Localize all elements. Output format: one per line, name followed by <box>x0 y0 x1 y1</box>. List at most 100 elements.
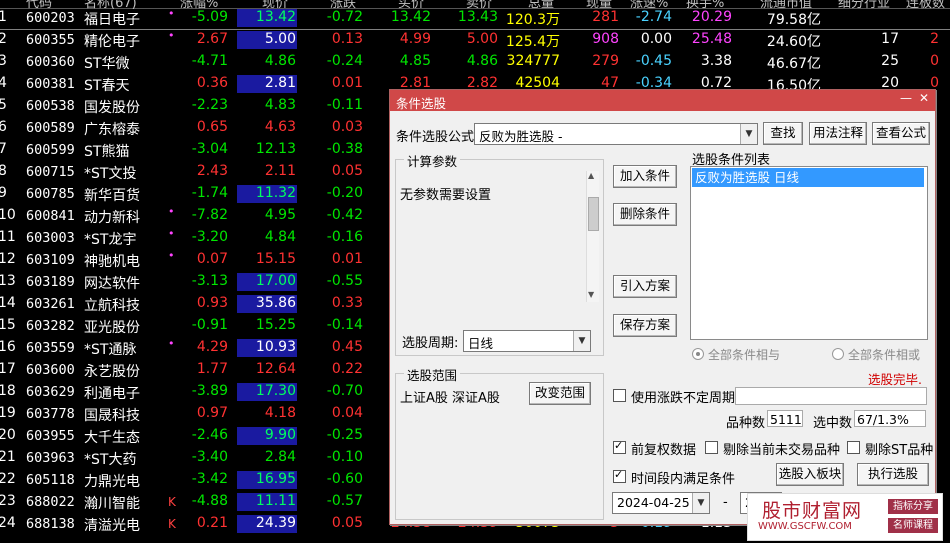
date-from-picker[interactable]: 2024-04-25 ▼ <box>612 492 710 514</box>
view-formula-button[interactable]: 查看公式 <box>872 122 930 145</box>
stock-name: 广东榕泰 <box>84 122 140 138</box>
current-price: 24.39 <box>255 515 296 531</box>
scroll-thumb[interactable] <box>588 197 599 231</box>
period-select[interactable]: 日线 ▼ <box>463 330 591 352</box>
save-scheme-button[interactable]: 保存方案 <box>613 314 677 337</box>
price-change: -0.10 <box>326 449 363 465</box>
bid-price: 13.42 <box>390 9 431 25</box>
current-price: 2.81 <box>264 75 296 91</box>
turnover-rate: 25.48 <box>691 31 732 47</box>
params-group: 计算参数 无参数需要设置 ▲ ▼ 选股周期: 日线 ▼ <box>395 151 604 356</box>
table-row[interactable]: • 2 600355 精伦电子 2.67 5.00 0.13 4.99 5.00 125.4万 90… <box>0 29 950 51</box>
row-index: 21 <box>0 449 16 465</box>
execute-screening-button[interactable]: 执行选股 <box>857 463 929 486</box>
row-index: 15 <box>0 317 16 333</box>
stock-code: 688022 <box>26 494 75 510</box>
price-change: -0.55 <box>326 273 363 289</box>
formula-label: 条件选股公式 <box>396 130 475 145</box>
change-percent: -0.91 <box>191 317 228 333</box>
change-percent: -4.71 <box>191 53 228 69</box>
stock-name: 清溢光电 <box>84 518 140 534</box>
row-index: 20 <box>0 427 16 443</box>
change-speed: -2.74 <box>635 9 672 25</box>
price-change: -0.24 <box>326 53 363 69</box>
stock-code: 603261 <box>26 296 75 312</box>
current-price: 4.63 <box>264 119 296 135</box>
minimize-icon[interactable]: — <box>898 91 914 108</box>
row-index: 7 <box>0 141 7 157</box>
exclude-untraded-checkbox[interactable] <box>705 441 718 454</box>
chevron-down-icon[interactable]: ▼ <box>740 124 757 144</box>
exclude-untraded-label: 剔除当前未交易品种 <box>723 443 841 458</box>
dialog-titlebar[interactable]: 条件选股 — ✕ <box>390 90 935 111</box>
radio-and[interactable] <box>692 348 704 360</box>
stock-screener-dialog: 条件选股 — ✕ 条件选股公式 反败为胜选股 - ▼ 查找 用法注释 查看公式 … <box>389 89 936 525</box>
stock-code: 603955 <box>26 428 75 444</box>
price-change: -0.14 <box>326 317 363 333</box>
stock-code: 600355 <box>26 32 75 48</box>
price-change: -0.72 <box>326 9 363 25</box>
stock-code: 688138 <box>26 516 75 532</box>
stock-name: 新华百货 <box>84 188 140 204</box>
current-price: 2.84 <box>264 449 296 465</box>
change-percent: 0.65 <box>196 119 228 135</box>
stock-name: ST华微 <box>84 56 130 72</box>
chevron-down-icon[interactable]: ▼ <box>692 493 709 513</box>
price-change: -0.57 <box>326 493 363 509</box>
stock-code: 600599 <box>26 142 75 158</box>
stock-code: 603600 <box>26 362 75 378</box>
variable-period-checkbox[interactable] <box>613 389 626 402</box>
exclude-st-label: 剔除ST品种 <box>865 443 934 458</box>
time-range-checkbox[interactable] <box>613 468 626 483</box>
change-percent: 0.93 <box>196 295 228 311</box>
list-item[interactable]: 反败为胜选股 日线 <box>692 168 924 187</box>
float-market-cap: 79.58亿 <box>766 12 821 28</box>
change-percent: 0.36 <box>196 75 228 91</box>
stock-code: 603003 <box>26 230 75 246</box>
total-volume: 125.4万 <box>505 34 560 50</box>
stock-code: 603189 <box>26 274 75 290</box>
stock-name: 永艺股份 <box>84 364 140 380</box>
variable-period-input[interactable] <box>735 387 927 405</box>
adjusted-data-label: 前复权数据 <box>631 443 697 458</box>
close-icon[interactable]: ✕ <box>916 91 932 108</box>
params-scrollbar[interactable]: ▲ ▼ <box>586 171 599 302</box>
price-change: 0.13 <box>331 31 363 47</box>
limit-up-days: 0 <box>930 53 939 69</box>
stock-name: 网达软件 <box>84 276 140 292</box>
scroll-up-icon[interactable]: ▲ <box>588 171 594 180</box>
change-percent: -2.46 <box>191 427 228 443</box>
stock-code: 600589 <box>26 120 75 136</box>
scroll-down-icon[interactable]: ▼ <box>588 290 594 299</box>
delete-condition-button[interactable]: 删除条件 <box>613 203 677 226</box>
change-percent: 2.67 <box>196 31 228 47</box>
formula-select[interactable]: 反败为胜选股 - ▼ <box>474 123 758 145</box>
current-price: 16.95 <box>255 471 296 487</box>
stock-name: *ST文投 <box>84 166 137 182</box>
stock-code: 600203 <box>26 10 75 26</box>
change-range-button[interactable]: 改变范围 <box>529 382 591 405</box>
table-row[interactable]: • 1 600203 福日电子 -5.09 13.42 -0.72 13.42 13.43 120… <box>0 7 950 30</box>
import-scheme-button[interactable]: 引入方案 <box>613 275 677 298</box>
current-price: 2.11 <box>264 163 296 179</box>
row-index: 2 <box>0 31 7 47</box>
exclude-st-checkbox[interactable] <box>847 441 860 454</box>
status-text: 选股完毕. <box>868 372 922 387</box>
adjusted-data-checkbox[interactable] <box>613 439 626 454</box>
change-percent: 1.77 <box>196 361 228 377</box>
change-speed: 0.00 <box>640 31 672 47</box>
date-from-value: 2024-04-25 <box>617 495 690 510</box>
usage-notes-button[interactable]: 用法注释 <box>809 122 867 145</box>
radio-or[interactable] <box>832 348 844 360</box>
table-row[interactable]: 3 600360 ST华微 -4.71 4.86 -0.24 4.85 4.86 324777 2… <box>0 51 950 73</box>
row-index: 5 <box>0 97 7 113</box>
change-percent: -1.74 <box>191 185 228 201</box>
find-button[interactable]: 查找 <box>763 122 803 145</box>
add-condition-button[interactable]: 加入条件 <box>613 165 677 188</box>
stock-name: 亚光股份 <box>84 320 140 336</box>
add-to-sector-button[interactable]: 选股入板块 <box>776 463 844 486</box>
condition-list[interactable]: 反败为胜选股 日线 <box>690 166 928 340</box>
chevron-down-icon[interactable]: ▼ <box>573 331 590 351</box>
current-price: 17.30 <box>255 383 296 399</box>
selected-value: 67/1.3% <box>854 410 926 427</box>
